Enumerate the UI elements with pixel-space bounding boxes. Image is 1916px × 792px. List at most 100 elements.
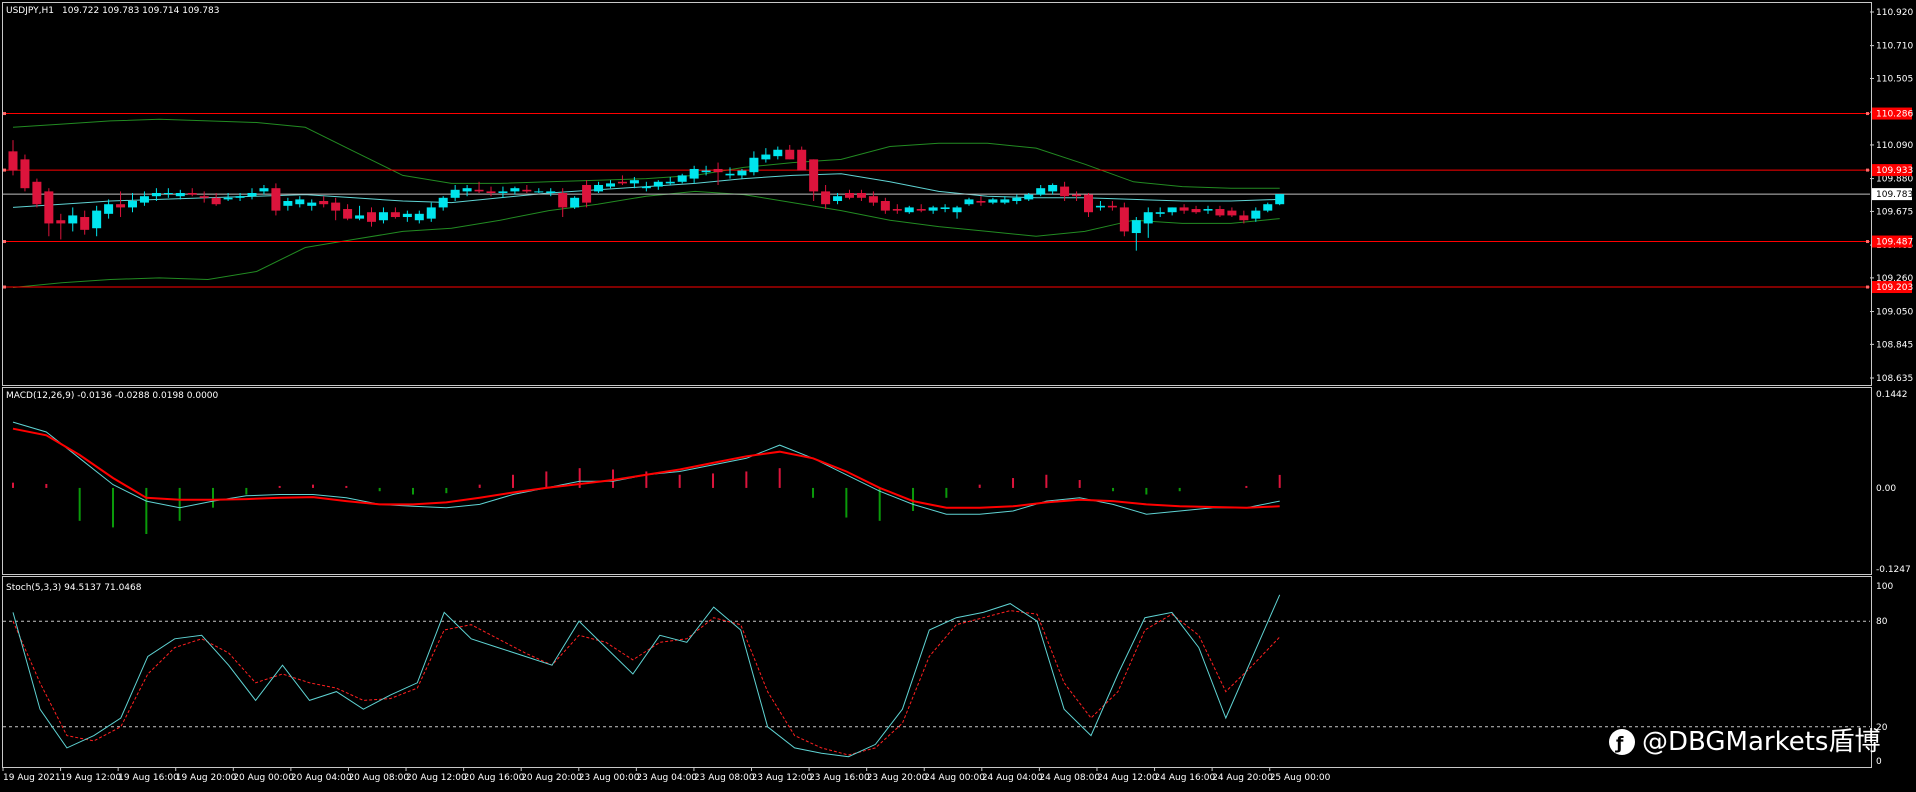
watermark-text: @DBGMarkets盾博: [1642, 727, 1880, 757]
price-tick-label: 110.505: [1876, 74, 1913, 84]
candle-body: [1048, 184, 1058, 192]
time-tick-label: 20 Aug 20:00: [521, 773, 582, 783]
time-tick-label: 20 Aug 04:00: [291, 773, 352, 783]
level-handle-right: [1866, 285, 1869, 289]
candle-body: [343, 209, 353, 219]
time-tick-label: 24 Aug 04:00: [982, 773, 1043, 783]
time-tick-label: 24 Aug 00:00: [924, 773, 985, 783]
ohlc-readout: 109.722 109.783 109.714 109.783: [62, 6, 219, 16]
price-tick-label: 108.845: [1876, 340, 1913, 350]
candle-body: [522, 189, 532, 192]
time-tick-label: 19 Aug 20:00: [176, 773, 237, 783]
candle-body: [976, 201, 986, 203]
candle-body: [1012, 197, 1022, 202]
level-handle-right: [1866, 240, 1869, 244]
candle-body: [355, 215, 365, 219]
price-tick-label: 110.090: [1876, 141, 1913, 151]
candle-body: [1263, 204, 1273, 211]
price-tick-label: 108.635: [1876, 374, 1913, 384]
watermark: ƒ @DBGMarkets盾博: [1609, 727, 1880, 757]
time-tick-label: 24 Aug 12:00: [1097, 773, 1158, 783]
level-label: 109.487: [1876, 238, 1913, 248]
candle-body: [725, 173, 735, 176]
time-tick-label: 19 Aug 2021: [3, 773, 61, 783]
candle-body: [833, 196, 843, 202]
macd-axis: 0.1442 0.00 -0.1247: [1876, 390, 1911, 575]
candle-body: [928, 207, 938, 211]
candles: [8, 140, 1285, 251]
candle-body: [56, 220, 66, 224]
time-tick-label: 23 Aug 04:00: [636, 773, 697, 783]
candle-body: [797, 149, 807, 171]
candle-body: [809, 159, 819, 192]
candle-body: [223, 197, 233, 200]
candle-body: [1072, 194, 1082, 197]
time-tick-label: 24 Aug 08:00: [1039, 773, 1100, 783]
time-tick-label: 20 Aug 12:00: [406, 773, 467, 783]
level-handle-left: [3, 285, 6, 289]
candle-body: [474, 189, 484, 192]
candle-body: [104, 204, 114, 214]
candle-body: [845, 192, 854, 198]
candle-body: [892, 209, 902, 211]
candle-body: [271, 188, 281, 211]
price-tick-label: 110.920: [1876, 8, 1913, 18]
candle-body: [426, 207, 436, 219]
candle-body: [916, 209, 926, 211]
candle-body: [80, 217, 90, 230]
macd-panel-frame: [2, 387, 1872, 575]
candle-body: [964, 199, 974, 205]
candle-body: [331, 202, 341, 211]
time-axis: 19 Aug 2021 19 Aug 12:0019 Aug 16:0019 Au…: [2, 767, 1331, 783]
time-tick-label: 23 Aug 08:00: [694, 773, 755, 783]
candle-body: [139, 196, 149, 203]
watermark-logo-glyph: ƒ: [1615, 734, 1624, 754]
candle-body: [880, 201, 890, 211]
time-tick-label: 23 Aug 20:00: [867, 773, 928, 783]
time-tick-label: 19 Aug 12:00: [61, 773, 122, 783]
candle-body: [1191, 209, 1201, 213]
level-label: 109.933: [1876, 166, 1913, 176]
trading-chart[interactable]: 110.920110.710110.505110.295110.090109.8…: [0, 0, 1916, 788]
candle-body: [606, 183, 615, 187]
time-tick-label: 23 Aug 12:00: [752, 773, 813, 783]
candle-body: [68, 215, 78, 224]
price-axis: 110.920110.710110.505110.295110.090109.8…: [1870, 8, 1913, 384]
candle-body: [32, 181, 42, 205]
level-label: 109.203: [1876, 283, 1913, 293]
candle-body: [367, 212, 376, 222]
candle-body: [582, 184, 592, 203]
candle-body: [402, 213, 412, 218]
candle-body: [1143, 212, 1153, 224]
candle-body: [821, 191, 831, 205]
candle-body: [1155, 212, 1165, 214]
candle-body: [856, 192, 866, 198]
candle-body: [1239, 215, 1249, 221]
candle-body: [319, 201, 329, 205]
stoch-series: [3, 594, 1870, 758]
stoch-panel-frame: [2, 576, 1872, 768]
candle-body: [677, 175, 687, 182]
candle-body: [629, 180, 639, 184]
candle-body: [295, 199, 305, 205]
macd-signal-line: [12, 427, 1280, 509]
symbol-label: USDJPY,H1: [6, 6, 54, 16]
candle-body: [1179, 207, 1189, 211]
candle-body: [868, 196, 878, 203]
candle-body: [988, 199, 998, 203]
candle-body: [20, 159, 30, 189]
time-tick-label: 23 Aug 00:00: [579, 773, 640, 783]
candle-body: [1251, 210, 1261, 219]
candle-body: [904, 207, 914, 213]
candle-body: [116, 204, 126, 208]
time-tick-label: 20 Aug 16:00: [464, 773, 525, 783]
candle-body: [1107, 205, 1117, 208]
stoch-label: Stoch(5,3,3) 94.5137 71.0468: [6, 583, 142, 593]
candle-body: [761, 154, 771, 160]
candle-body: [749, 157, 759, 173]
level-label: 110.286: [1876, 110, 1913, 120]
candle-body: [773, 149, 783, 157]
macd-series: [12, 421, 1281, 534]
candle-body: [450, 189, 460, 198]
horizontal-levels[interactable]: [3, 112, 1870, 289]
